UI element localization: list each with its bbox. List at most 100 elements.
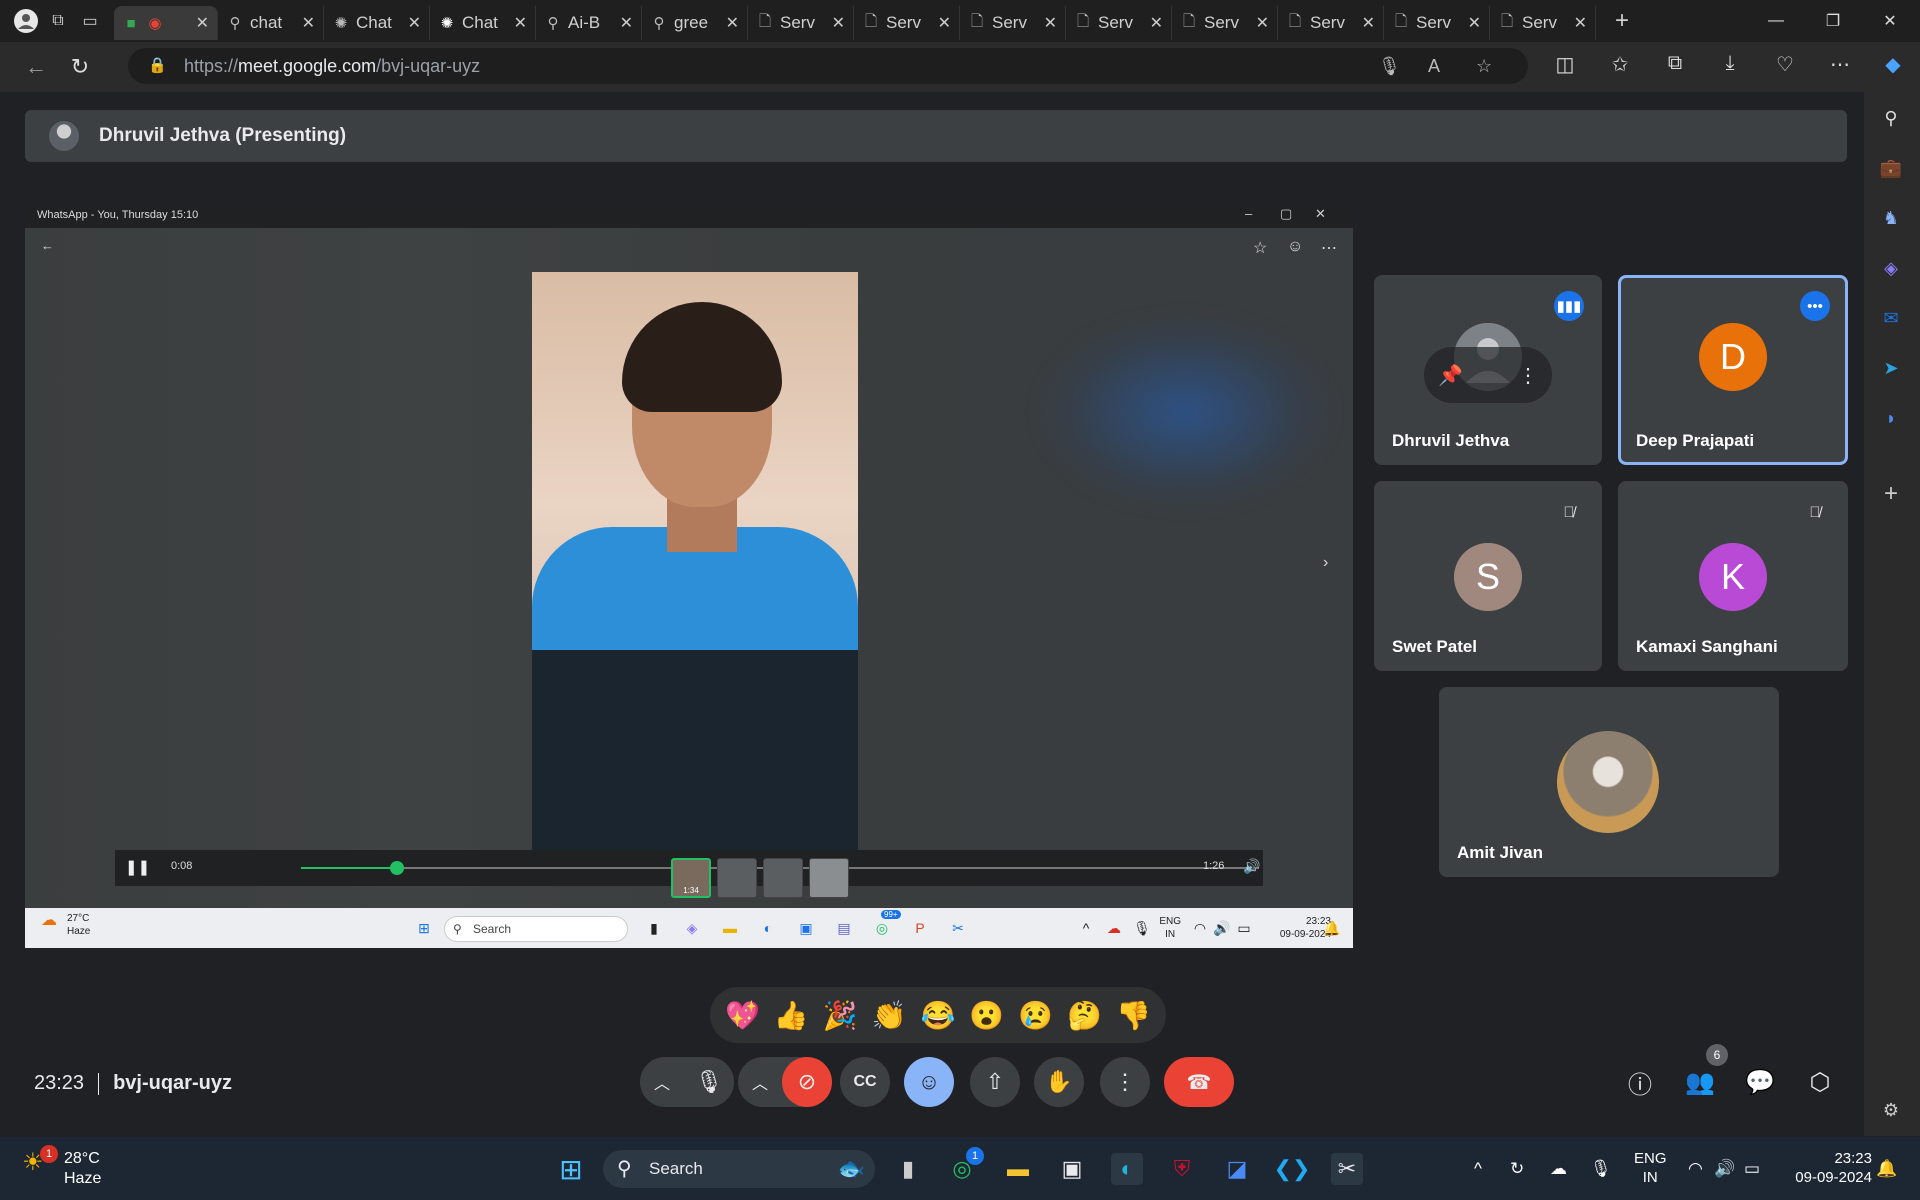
bell-icon[interactable]: 🔔 (1876, 1159, 1897, 1179)
performance-icon[interactable]: ♡ (1770, 52, 1800, 77)
settings-icon[interactable]: ⚙ (1877, 1096, 1905, 1124)
tab-serv-1[interactable]: 🗋 Serv ✕ (748, 6, 854, 40)
participant-tile[interactable]: Amit Jivan (1439, 687, 1779, 877)
participant-tile[interactable]: K 🎙̸ Kamaxi Sanghani (1618, 481, 1848, 671)
reaction-party[interactable]: 🎉 (818, 999, 862, 1032)
more-vert-icon[interactable]: ⋮ (1518, 363, 1538, 388)
shopping-icon[interactable]: 💼 (1877, 154, 1905, 182)
tab-ai-search[interactable]: ⚲ Ai-B ✕ (536, 6, 642, 40)
task-view-icon[interactable]: ▮ (892, 1153, 924, 1185)
close-icon[interactable]: ✕ (726, 13, 739, 33)
reaction-heart[interactable]: 💖 (720, 999, 764, 1032)
shared-screen[interactable]: WhatsApp - You, Thursday 15:10 – ▢ ✕ ← ☆… (25, 202, 1353, 948)
workspaces-icon[interactable]: ⧉ (42, 5, 74, 37)
favorites-icon[interactable]: ✩ (1605, 52, 1635, 77)
refresh-icon[interactable]: ↻ (58, 47, 102, 87)
file-explorer-icon[interactable]: ▬ (1002, 1153, 1034, 1185)
video-settings-button[interactable]: ︿ ⊘ (738, 1057, 832, 1107)
tab-chatgpt-1[interactable]: ✺ Chat ✕ (324, 6, 430, 40)
add-icon[interactable]: + (1877, 480, 1905, 508)
close-icon[interactable]: ✕ (514, 13, 527, 33)
close-icon[interactable]: ✕ (1256, 13, 1269, 33)
meeting-details-button[interactable]: ⓘ (1618, 1060, 1662, 1104)
search-icon[interactable]: ⚲ (1877, 104, 1905, 132)
tab-serv-3[interactable]: 🗋 Serv ✕ (960, 6, 1066, 40)
tab-serv-4[interactable]: 🗋 Serv ✕ (1066, 6, 1172, 40)
battery-icon[interactable]: ▭ (1744, 1159, 1760, 1179)
reaction-thinking[interactable]: 🤔 (1063, 999, 1107, 1032)
close-icon[interactable]: ✕ (1574, 13, 1587, 33)
download-icon[interactable]: ⤓ (1715, 52, 1745, 75)
reaction-thumbs-up[interactable]: 👍 (769, 999, 813, 1032)
windows-start-icon[interactable]: ⊞ (555, 1153, 587, 1185)
close-icon[interactable]: ✕ (620, 13, 633, 33)
more-options-icon[interactable]: ⋯ (1825, 52, 1855, 77)
close-icon[interactable]: ✕ (1468, 13, 1481, 33)
taskbar-search[interactable]: ⚲ Search 🐟 (603, 1150, 875, 1188)
more-options-icon[interactable]: ••• (1800, 291, 1830, 321)
microphone-icon[interactable]: 🎙 (1378, 56, 1401, 77)
people-button[interactable]: 👥 (1678, 1060, 1722, 1104)
weather-widget[interactable]: ☀ 1 28°C Haze (22, 1145, 101, 1189)
back-arrow-icon[interactable]: ← (14, 47, 58, 87)
tab-serv-2[interactable]: 🗋 Serv ✕ (854, 6, 960, 40)
favorite-star-icon[interactable]: ☆ (1476, 56, 1492, 77)
copilot-sidebar-icon[interactable]: ◈ (1877, 254, 1905, 282)
captions-button[interactable]: CC (840, 1057, 890, 1107)
collections-icon[interactable]: ⧉ (1660, 52, 1690, 75)
present-button[interactable]: ⇧ (970, 1057, 1020, 1107)
tag-icon[interactable]: ◗ (1877, 404, 1905, 432)
outlook-icon[interactable]: ✉ (1877, 304, 1905, 332)
close-icon[interactable]: ✕ (1362, 13, 1375, 33)
vscode-icon[interactable]: ❮❯ (1274, 1153, 1311, 1185)
sync-icon[interactable]: ↻ (1510, 1159, 1524, 1179)
chevron-up-icon[interactable]: ^ (1474, 1159, 1482, 1179)
participant-tile[interactable]: S 🎙̸ Swet Patel (1374, 481, 1602, 671)
close-icon[interactable]: ✕ (302, 13, 315, 33)
telegram-icon[interactable]: ➤ (1877, 354, 1905, 382)
participant-tile[interactable]: D ••• Deep Prajapati (1618, 275, 1848, 465)
close-icon[interactable]: ✕ (408, 13, 421, 33)
close-icon[interactable]: ✕ (832, 13, 845, 33)
reaction-sad[interactable]: 😢 (1014, 999, 1058, 1032)
vertical-tabs-icon[interactable]: ▭ (74, 5, 106, 37)
tab-chat-search[interactable]: ⚲ chat ✕ (218, 6, 324, 40)
raise-hand-button[interactable]: ✋ (1034, 1057, 1084, 1107)
copilot-icon[interactable]: ◆ (1878, 52, 1908, 77)
system-clock[interactable]: 23:23 09-09-2024 (1795, 1149, 1872, 1187)
close-icon[interactable]: ✕ (938, 13, 951, 33)
store-icon[interactable]: ▣ (1056, 1153, 1088, 1185)
reactions-button[interactable]: ☺ (904, 1057, 954, 1107)
read-aloud-icon[interactable]: A (1428, 56, 1440, 77)
url-field[interactable]: 🔒 https://meet.google.com/bvj-uqar-uyz 🎙… (128, 48, 1528, 84)
edge-icon[interactable]: ◐ (1111, 1153, 1143, 1185)
new-tab-icon[interactable]: + (1606, 5, 1638, 37)
profile-icon[interactable] (10, 5, 42, 37)
close-icon[interactable]: ✕ (196, 13, 209, 33)
tab-google-meet[interactable]: ■ ◉ ✕ (114, 6, 218, 40)
mcafee-icon[interactable]: ⛨ (1166, 1153, 1198, 1185)
tab-serv-5[interactable]: 🗋 Serv ✕ (1172, 6, 1278, 40)
games-icon[interactable]: ♞ (1877, 204, 1905, 232)
reaction-thumbs-down[interactable]: 👎 (1111, 999, 1155, 1032)
close-icon[interactable]: ✕ (1044, 13, 1057, 33)
reaction-laugh[interactable]: 😂 (916, 999, 960, 1032)
activities-button[interactable]: ⬡ (1798, 1060, 1842, 1104)
wifi-icon[interactable]: ◠ (1688, 1159, 1703, 1179)
snipping-tool-icon[interactable]: ✂ (1331, 1153, 1363, 1185)
tab-gree-search[interactable]: ⚲ gree ✕ (642, 6, 748, 40)
volume-icon[interactable]: 🔊 (1714, 1159, 1735, 1179)
tab-chatgpt-2[interactable]: ✺ Chat ✕ (430, 6, 536, 40)
window-close-icon[interactable]: ✕ (1860, 0, 1920, 42)
participant-tile[interactable]: 📌 ⋮ ▮▮▮ Dhruvil Jethva (1374, 275, 1602, 465)
restore-icon[interactable]: ❐ (1803, 0, 1863, 42)
onedrive-icon[interactable]: ☁ (1550, 1159, 1567, 1179)
minimize-icon[interactable]: — (1746, 0, 1806, 42)
reaction-surprised[interactable]: 😮 (965, 999, 1009, 1032)
tab-serv-6[interactable]: 🗋 Serv ✕ (1278, 6, 1384, 40)
reaction-clap[interactable]: 👏 (867, 999, 911, 1032)
language-indicator[interactable]: ENG IN (1634, 1149, 1667, 1187)
split-screen-icon[interactable]: ◫ (1550, 52, 1580, 77)
chat-button[interactable]: 💬 (1738, 1060, 1782, 1104)
microphone-icon[interactable]: 🎙 (1590, 1159, 1612, 1179)
